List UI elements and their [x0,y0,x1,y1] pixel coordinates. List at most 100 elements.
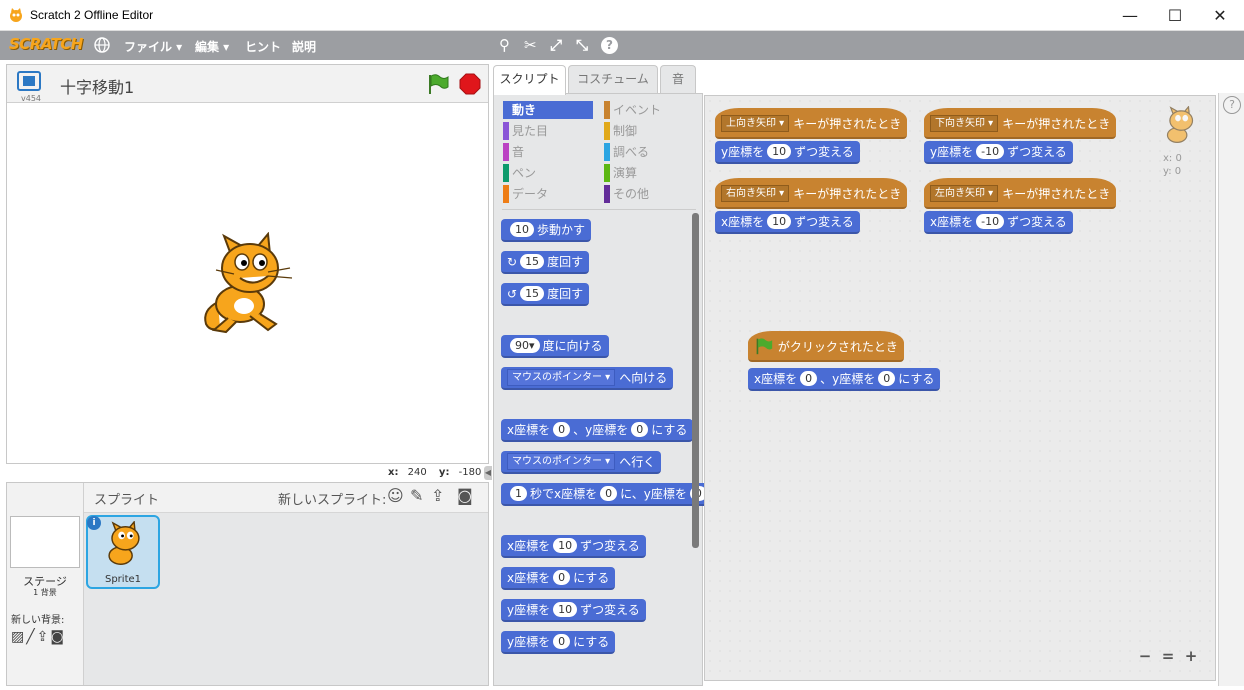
green-flag-icon[interactable] [427,73,449,95]
paint-sprite-icon[interactable]: ✎ [410,486,423,505]
category-motion[interactable]: 動き [503,101,593,119]
maximize-button[interactable]: ☐ [1152,0,1198,31]
dy-input[interactable]: -10 [976,144,1005,159]
key-dropdown[interactable]: 左向き矢印 ▾ [930,185,999,202]
grow-icon[interactable]: ⤢ [550,36,562,54]
stage-thumbnail[interactable] [10,516,80,568]
collapse-stage-arrow-icon[interactable]: ◀ [484,466,492,480]
y-input[interactable]: 0 [553,634,571,649]
block-text: に、y座標を [620,487,687,501]
zoom-out-button[interactable]: − [1136,647,1154,665]
y-input[interactable]: 0 [631,422,649,437]
direction-input[interactable]: 90▾ [510,338,540,353]
dy-input[interactable]: 10 [553,602,578,617]
sprite-cat[interactable] [198,232,296,336]
seconds-input[interactable]: 1 [510,486,527,501]
category-sensing[interactable]: 調べる [604,143,694,161]
presentation-mode-icon[interactable] [17,71,41,91]
language-globe-icon[interactable] [94,37,110,53]
hat-key-pressed-right[interactable]: 右向き矢印 ▾ キーが押されたとき [715,178,908,209]
tips-menu[interactable]: ヒント [245,38,281,55]
block-change-y-down[interactable]: y座標を -10 ずつ変える [924,141,1073,164]
minimize-button[interactable]: — [1107,0,1153,31]
sprite-info-icon[interactable]: i [87,516,101,530]
shrink-icon[interactable]: ⤡ [576,36,588,54]
sprite-library-icon[interactable]: ☺ [387,486,404,505]
project-title[interactable]: 十字移動1 [60,74,134,98]
category-sound[interactable]: 音 [503,143,593,161]
dy-input[interactable]: 10 [767,144,792,159]
block-set-x[interactable]: x座標を 0 にする [501,567,616,590]
about-menu[interactable]: 説明 [292,38,316,55]
upload-backdrop-icon[interactable]: ⇪ [37,629,51,645]
dx-input[interactable]: 10 [553,538,578,553]
block-change-y-up[interactable]: y座標を 10 ずつ変える [715,141,860,164]
block-text: x座標を [507,539,551,553]
scratch-logo[interactable]: SCRATCH [9,35,83,53]
palette-scrollbar[interactable] [692,213,699,548]
camera-backdrop-icon[interactable]: ◙ [50,629,66,645]
category-pen[interactable]: ペン [503,164,593,182]
block-move-steps[interactable]: 10 歩動かす [501,219,592,242]
upload-sprite-icon[interactable]: ⇪ [431,486,444,505]
hat-green-flag-clicked[interactable]: がクリックされたとき [748,331,904,362]
category-control[interactable]: 制御 [604,122,694,140]
block-goto-xy[interactable]: x座標を 0 、y座標を 0 にする [501,419,694,442]
x-input[interactable]: 0 [553,570,571,585]
sprite1-thumbnail[interactable]: i Sprite1 [86,515,160,589]
zoom-reset-button[interactable]: = [1159,647,1177,665]
block-change-x-left[interactable]: x座標を -10 ずつ変える [924,211,1073,234]
script-area[interactable]: 上向き矢印 ▾ キーが押されたとき y座標を 10 ずつ変える 下向き矢印 ▾ キーが押… [704,95,1216,681]
degrees-input[interactable]: 15 [520,254,545,269]
x-input[interactable]: 0 [800,371,818,386]
block-turn-right[interactable]: ↻ 15 度回す [501,251,590,274]
paint-backdrop-icon[interactable]: ╱ [26,629,36,645]
block-glide[interactable]: 1秒でx座標を0に、y座標を0に [501,483,704,506]
block-change-x[interactable]: x座標を 10 ずつ変える [501,535,646,558]
category-looks[interactable]: 見た目 [503,122,593,140]
key-dropdown[interactable]: 下向き矢印 ▾ [930,115,999,132]
category-events[interactable]: イベント [604,101,694,119]
y-input[interactable]: 0 [878,371,896,386]
help-icon[interactable]: ? [1223,96,1241,114]
block-goto-xy-start[interactable]: x座標を 0 、y座標を 0 にする [748,368,941,391]
tab-scripts[interactable]: スクリプト [493,65,566,95]
degrees-input[interactable]: 15 [520,286,545,301]
dx-input[interactable]: 10 [767,214,792,229]
edit-menu[interactable]: 編集 ▾ [195,38,229,55]
camera-sprite-icon[interactable]: ◙ [457,486,473,505]
help-icon[interactable]: ? [601,37,618,54]
hat-key-pressed-up[interactable]: 上向き矢印 ▾ キーが押されたとき [715,108,908,139]
block-point-direction[interactable]: 90▾ 度に向ける [501,335,609,358]
hat-key-pressed-down[interactable]: 下向き矢印 ▾ キーが押されたとき [924,108,1117,139]
stop-sign-icon[interactable] [459,73,481,95]
block-text: x座標を [507,423,551,437]
block-change-y[interactable]: y座標を 10 ずつ変える [501,599,646,622]
key-dropdown[interactable]: 上向き矢印 ▾ [721,115,790,132]
tab-costumes[interactable]: コスチューム [568,65,658,93]
block-change-x-right[interactable]: x座標を 10 ずつ変える [715,211,860,234]
delete-scissors-icon[interactable]: ✂ [524,36,537,54]
tab-sounds[interactable]: 音 [660,65,696,93]
file-menu[interactable]: ファイル ▾ [124,38,182,55]
steps-input[interactable]: 10 [510,222,534,237]
block-point-towards[interactable]: マウスのポインター ▾ へ向ける [501,367,674,390]
key-dropdown[interactable]: 右向き矢印 ▾ [721,185,790,202]
category-operators[interactable]: 演算 [604,164,694,182]
block-goto[interactable]: マウスのポインター ▾ へ行く [501,451,662,474]
block-set-y[interactable]: y座標を 0 にする [501,631,616,654]
duplicate-stamp-icon[interactable]: ⚲ [499,36,510,54]
hat-key-pressed-left[interactable]: 左向き矢印 ▾ キーが押されたとき [924,178,1117,209]
x-input[interactable]: 0 [553,422,571,437]
block-text: がクリックされたとき [777,340,898,354]
x-input[interactable]: 0 [600,486,618,501]
dx-input[interactable]: -10 [976,214,1005,229]
zoom-in-button[interactable]: + [1182,647,1200,665]
target-dropdown[interactable]: マウスのポインター ▾ [507,369,616,386]
category-more-blocks[interactable]: その他 [604,185,694,203]
backdrop-library-icon[interactable]: ▨ [11,629,26,645]
close-button[interactable]: ✕ [1197,0,1243,31]
block-turn-left[interactable]: ↺ 15 度回す [501,283,590,306]
category-data[interactable]: データ [503,185,593,203]
target-dropdown[interactable]: マウスのポインター ▾ [507,453,616,470]
